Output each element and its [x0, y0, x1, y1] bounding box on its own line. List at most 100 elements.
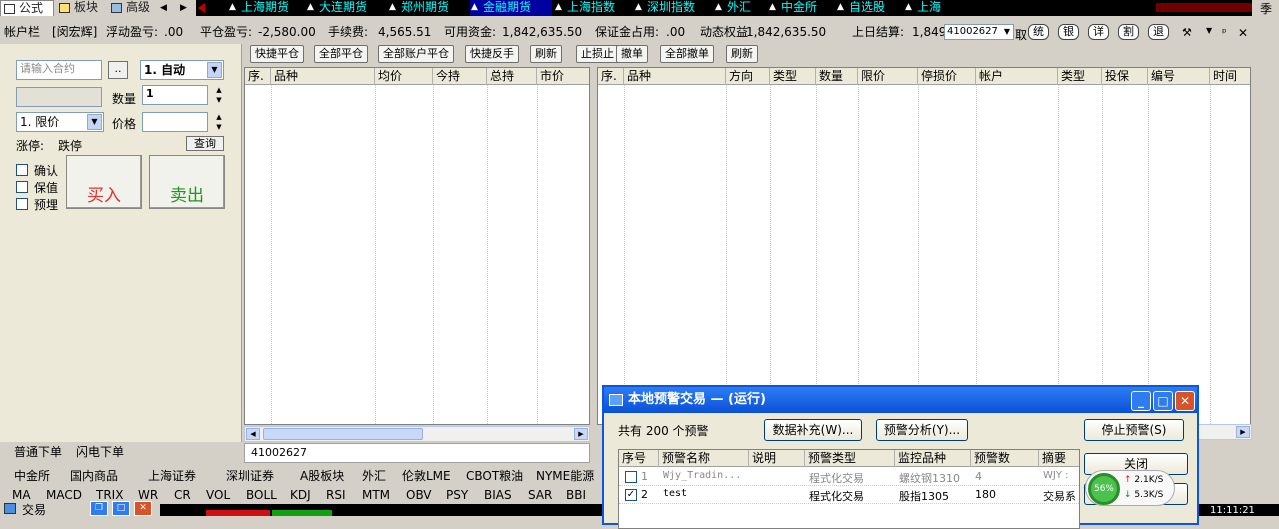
ticker-item[interactable]: 郑州期货	[388, 0, 449, 16]
col-header[interactable]: 限价	[858, 68, 918, 85]
cancel-order-button[interactable]: 撤单	[616, 45, 648, 63]
scroll-thumb[interactable]	[263, 428, 423, 440]
col-header[interactable]: 品种	[271, 68, 375, 85]
indicator-item[interactable]: BBI	[566, 488, 586, 502]
indicator-item[interactable]: BOLL	[246, 488, 277, 502]
restore-icon[interactable]: ❐	[90, 501, 108, 516]
row-checkbox-checked[interactable]: ✓	[625, 489, 637, 501]
quick-reverse-button[interactable]: 快捷反手	[465, 45, 519, 63]
scroll-right-icon[interactable]: ▶	[1236, 426, 1250, 438]
minimize-icon[interactable]: _	[1131, 391, 1151, 411]
tab-sector[interactable]: 板块	[56, 0, 104, 16]
dialog-titlebar[interactable]: 本地预警交易 — (运行) _ □ ✕	[604, 387, 1197, 413]
bank-button[interactable]: 银	[1058, 24, 1079, 40]
maximize-icon[interactable]: □	[1153, 391, 1173, 411]
indicator-item[interactable]: SAR	[528, 488, 552, 502]
tools-icon[interactable]: ⚒	[1182, 26, 1192, 39]
alert-analysis-button[interactable]: 预警分析(Y)...	[876, 419, 968, 441]
indicator-item[interactable]: PSY	[446, 488, 468, 502]
col-header[interactable]: 数量	[816, 68, 858, 85]
ticker-item[interactable]: 上海期货	[228, 0, 289, 16]
col-header[interactable]: 时间	[1210, 68, 1250, 85]
scroll-left-icon[interactable]: ◀	[160, 2, 170, 14]
stop-alert-button[interactable]: 停止预警(S)	[1084, 419, 1184, 441]
quick-close-button[interactable]: 快捷平仓	[250, 45, 304, 63]
hedge-checkbox[interactable]	[16, 181, 28, 193]
position-account-tab[interactable]: 41002627	[244, 443, 590, 463]
ticker-item[interactable]: 上海	[904, 0, 941, 16]
exit-button[interactable]: 退	[1148, 24, 1169, 40]
col-header[interactable]: 类型	[1058, 68, 1102, 85]
col-header[interactable]: 类型	[770, 68, 816, 85]
col-header[interactable]: 帐户	[976, 68, 1058, 85]
indicator-item[interactable]: CR	[174, 488, 191, 502]
category-item[interactable]: 中金所	[14, 468, 50, 484]
col-header[interactable]: 编号	[1148, 68, 1210, 85]
network-speed-widget[interactable]: 56% ↑ 2.1K/S ↓ 5.3K/S	[1085, 470, 1175, 506]
category-item[interactable]: A股板块	[300, 468, 344, 484]
order-hscroll[interactable]: ▶	[1190, 424, 1252, 440]
refresh-positions-button[interactable]: 刷新	[530, 45, 562, 63]
price-stepper[interactable]: ▲ ▼	[214, 112, 224, 132]
category-item[interactable]: 国内商品	[70, 468, 118, 484]
category-item[interactable]: NYME能源	[536, 468, 594, 484]
col-header[interactable]: 今持	[433, 68, 487, 85]
category-item[interactable]: 伦敦LME	[402, 468, 451, 484]
indicator-item[interactable]: VOL	[206, 488, 230, 502]
qty-stepper[interactable]: ▲ ▼	[214, 85, 224, 105]
refresh-orders-button[interactable]: 刷新	[726, 45, 758, 63]
query-button[interactable]: 查询	[186, 136, 224, 151]
col-header[interactable]: 总持	[487, 68, 537, 85]
col-header[interactable]: 序.	[245, 68, 271, 85]
table-row[interactable]: ✓ 2 test 程式化交易 股指1305 180 交易系	[619, 487, 1079, 504]
maximize-icon[interactable]: □	[112, 501, 130, 516]
scroll-left-icon[interactable]: ◀	[246, 428, 260, 440]
tab-formula[interactable]: 公式	[0, 0, 54, 16]
pin-icon[interactable]: ᵖ	[1222, 26, 1227, 39]
scroll-right-icon[interactable]: ▶	[574, 428, 588, 440]
table-row[interactable]: 1 Wjy_Tradin... 程式化交易 螺纹钢1310 4 WJY :	[619, 469, 1079, 486]
close-icon[interactable]: ✕	[1238, 26, 1248, 40]
ticker-left-icon[interactable]	[198, 3, 205, 13]
cut-button[interactable]: 割	[1118, 24, 1139, 40]
stop-loss-button[interactable]: 止损止	[576, 45, 619, 63]
col-header[interactable]: 预警数	[971, 450, 1039, 467]
col-header[interactable]: 方向	[726, 68, 770, 85]
col-header[interactable]: 预警名称	[659, 450, 749, 467]
price-input[interactable]	[142, 112, 208, 132]
indicator-item[interactable]: OBV	[406, 488, 432, 502]
position-hscroll[interactable]: ◀ ▶	[244, 426, 590, 442]
indicator-item[interactable]: MTM	[362, 488, 390, 502]
col-header[interactable]: 均价	[375, 68, 433, 85]
preset-checkbox[interactable]	[16, 198, 28, 210]
buy-button[interactable]: 买入	[66, 155, 142, 209]
ticker-item[interactable]: 外汇	[714, 0, 751, 16]
tab-advanced[interactable]: 高级	[108, 0, 158, 16]
menu-dropdown-icon[interactable]: ▼	[1206, 26, 1212, 35]
col-header[interactable]: 市价	[537, 68, 589, 85]
price-type-select[interactable]: 1. 限价 ▼	[16, 112, 104, 132]
ticker-item[interactable]: 自选股	[836, 0, 885, 16]
tab-normal-order[interactable]: 普通下单	[14, 444, 62, 460]
close-all-accounts-button[interactable]: 全部账户平仓	[378, 45, 454, 63]
ticker-item[interactable]: 上海指数	[554, 0, 615, 16]
qty-input[interactable]: 1	[142, 85, 208, 105]
ticker-item-selected[interactable]: 金融期货	[470, 0, 552, 16]
sell-button[interactable]: 卖出	[149, 155, 225, 209]
category-item[interactable]: 外汇	[362, 468, 386, 484]
trade-window-tab[interactable]: 交易 ❐ □ ✕	[0, 500, 160, 517]
ticker-item[interactable]: 大连期货	[306, 0, 367, 16]
ticker-item[interactable]: 中金所	[768, 0, 817, 16]
account-select[interactable]: 41002627 ▼	[944, 24, 1014, 40]
ticker-item[interactable]: 深圳指数	[634, 0, 695, 16]
close-icon[interactable]: ✕	[134, 501, 152, 516]
cancel-all-button[interactable]: 全部撤单	[660, 45, 714, 63]
ticker-scroll-track[interactable]	[1156, 3, 1252, 12]
indicator-item[interactable]: BIAS	[484, 488, 512, 502]
col-header[interactable]: 监控品种	[895, 450, 971, 467]
close-icon[interactable]: ✕	[1175, 391, 1195, 411]
col-header[interactable]: 预警类型	[805, 450, 895, 467]
mode-select[interactable]: 1. 自动 ▼	[140, 60, 224, 80]
scroll-right-icon[interactable]: ▶	[180, 2, 190, 14]
category-item[interactable]: 深圳证券	[226, 468, 274, 484]
